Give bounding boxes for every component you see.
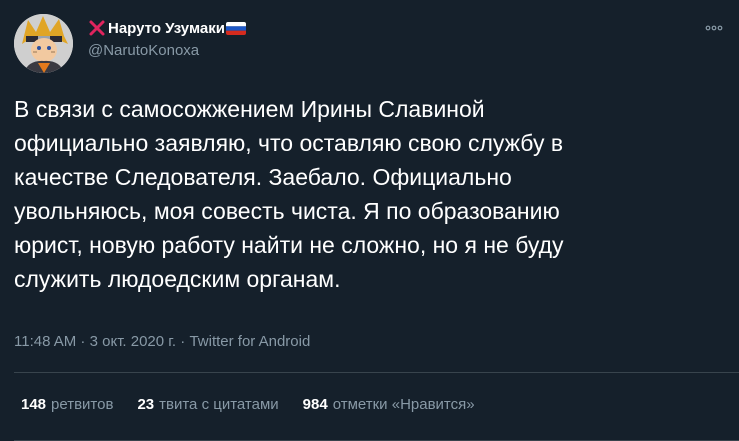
meta-separator: · — [76, 333, 90, 350]
quotes-count: 23 — [137, 396, 155, 413]
divider — [14, 372, 739, 373]
author-handle[interactable]: @NarutoKonoxa — [88, 42, 199, 59]
author-display-name[interactable]: Наруто Узумаки — [108, 20, 225, 37]
tweet-text: В связи с самосожжением Ирины Славиной о… — [14, 96, 564, 292]
tweet-source[interactable]: Twitter for Android — [189, 333, 310, 350]
retweets-stat[interactable]: 148 ретвитов — [21, 396, 113, 413]
russia-flag-icon — [225, 21, 246, 35]
tweet-meta: 11:48 AM · 3 окт. 2020 г. · Twitter for … — [14, 333, 310, 350]
more-options-icon[interactable] — [703, 17, 725, 39]
tweet-date[interactable]: 3 окт. 2020 г. — [90, 333, 176, 350]
likes-count: 984 — [302, 396, 328, 413]
avatar[interactable] — [14, 14, 73, 73]
author-name-row[interactable]: Наруто Узумаки — [88, 17, 246, 39]
ninja-avatar-icon — [14, 14, 73, 73]
tweet-stats: 148 ретвитов 23 твита с цитатами 984 отметк… — [21, 396, 499, 413]
tweet-card: Наруто Узумаки @NarutoKonoxa В связи с с… — [0, 0, 739, 441]
red-cross-icon — [88, 19, 106, 37]
retweets-label: ретвитов — [51, 396, 114, 413]
quotes-stat[interactable]: 23 твита с цитатами — [137, 396, 278, 413]
retweets-count: 148 — [21, 396, 47, 413]
quotes-label: твита с цитатами — [159, 396, 279, 413]
tweet-time[interactable]: 11:48 AM — [14, 333, 76, 350]
likes-stat[interactable]: 984 отметки «Нравится» — [303, 396, 475, 413]
likes-label: отметки «Нравится» — [332, 396, 475, 413]
meta-separator: · — [176, 333, 190, 350]
